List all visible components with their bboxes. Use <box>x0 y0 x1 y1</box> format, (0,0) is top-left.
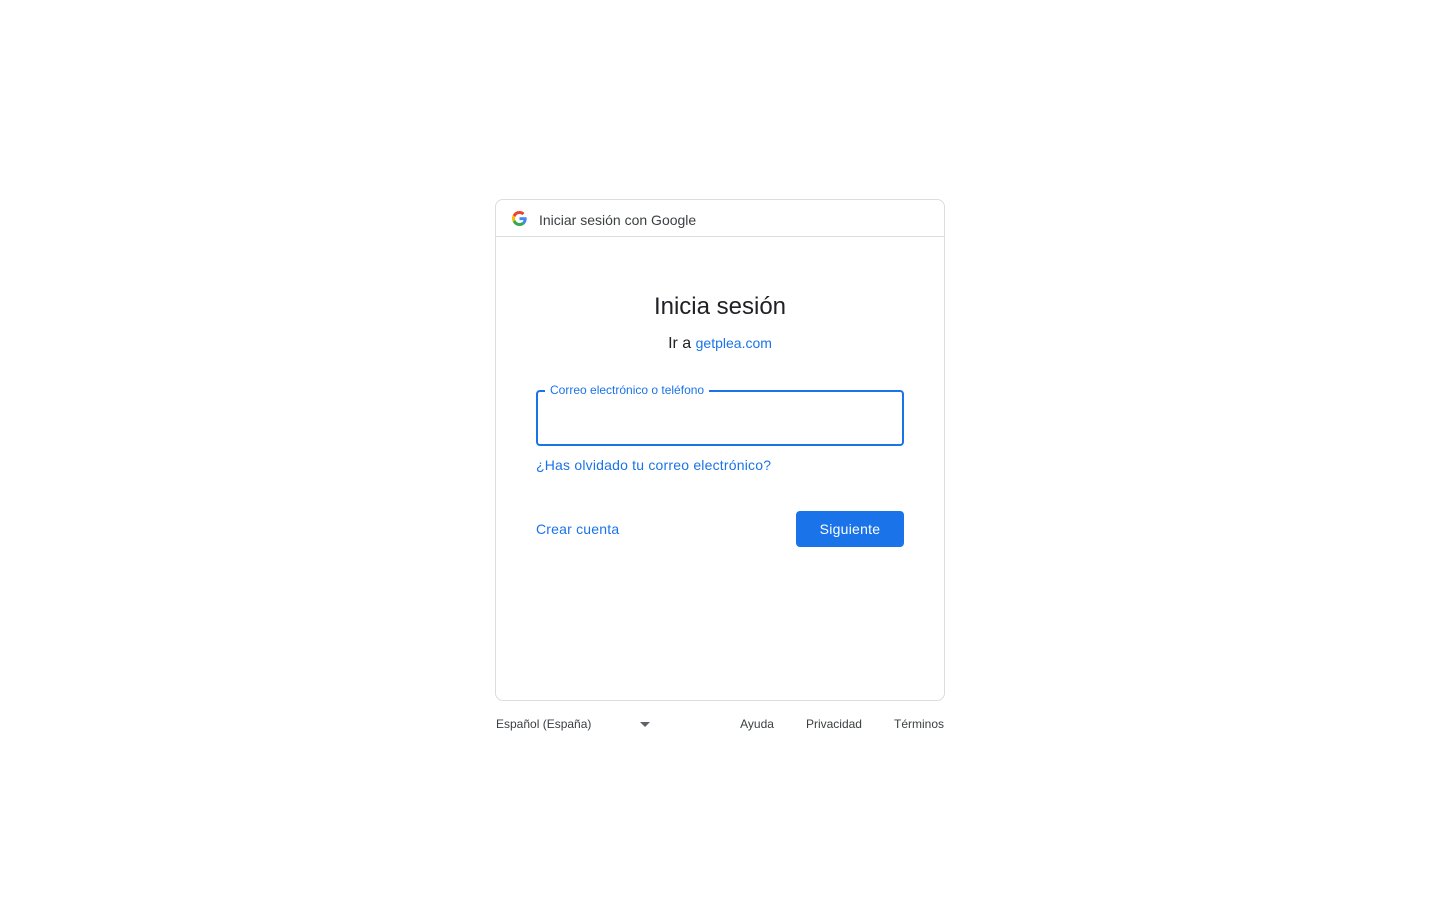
subheading-prefix: Ir a <box>668 335 692 352</box>
footer: Español (España) Ayuda Privacidad Términ… <box>496 713 944 735</box>
privacy-link[interactable]: Privacidad <box>806 717 862 731</box>
footer-links: Ayuda Privacidad Términos <box>740 713 944 735</box>
page: Iniciar sesión con Google Inicia sesión … <box>0 0 1440 900</box>
create-account-link[interactable]: Crear cuenta <box>536 521 619 537</box>
destination-site-link[interactable]: getplea.com <box>696 335 772 351</box>
actions-row: Crear cuenta Siguiente <box>536 511 904 547</box>
forgot-email-link[interactable]: ¿Has olvidado tu correo electrónico? <box>536 457 771 473</box>
language-label: Español (España) <box>496 717 592 731</box>
help-link[interactable]: Ayuda <box>740 717 774 731</box>
email-field-label: Correo electrónico o teléfono <box>545 382 710 398</box>
caret-down-icon <box>640 722 650 727</box>
card-header: Iniciar sesión con Google <box>496 200 944 237</box>
google-g-icon <box>512 211 527 226</box>
email-field[interactable] <box>536 390 904 446</box>
card-body: Inicia sesión Ir a getplea.com Correo el… <box>496 291 944 547</box>
email-field-wrapper: Correo electrónico o teléfono <box>536 382 904 446</box>
page-title: Inicia sesión <box>653 293 787 320</box>
next-button[interactable]: Siguiente <box>796 511 904 547</box>
sign-in-card: Iniciar sesión con Google Inicia sesión … <box>495 199 945 701</box>
card-header-title: Iniciar sesión con Google <box>539 211 697 228</box>
language-selector[interactable]: Español (España) <box>496 713 652 735</box>
terms-link[interactable]: Términos <box>894 717 944 731</box>
subheading: Ir a getplea.com <box>536 333 904 354</box>
